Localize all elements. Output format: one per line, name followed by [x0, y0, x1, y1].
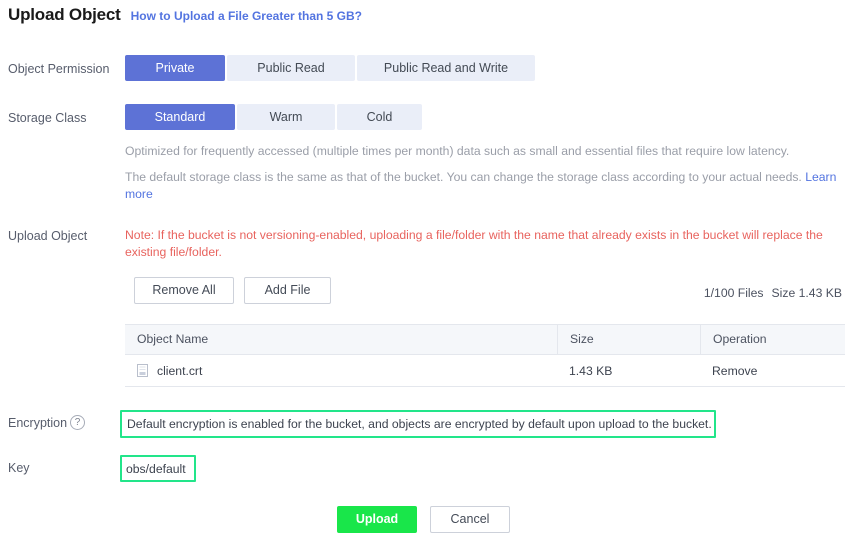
cancel-button[interactable]: Cancel	[430, 506, 510, 533]
object-table: Object Name Size Operation client.crt 1.…	[125, 324, 845, 387]
remove-all-button[interactable]: Remove All	[134, 277, 234, 304]
object-name-text: client.crt	[157, 363, 203, 378]
file-icon	[137, 364, 148, 377]
storage-class-group[interactable]: Standard Warm Cold	[125, 104, 422, 130]
table-row: client.crt 1.43 KB Remove	[125, 355, 845, 386]
storage-option-standard[interactable]: Standard	[125, 104, 235, 130]
storage-class-label: Storage Class	[8, 111, 87, 125]
upload-object-dialog: Upload Object How to Upload a File Great…	[0, 0, 850, 538]
help-question-icon[interactable]: ?	[70, 415, 85, 430]
encryption-value: Default encryption is enabled for the bu…	[127, 417, 712, 431]
column-header-size: Size	[557, 325, 700, 354]
add-file-button[interactable]: Add File	[244, 277, 331, 304]
encryption-label: Encryption	[8, 416, 68, 430]
permission-option-public-read-write[interactable]: Public Read and Write	[357, 55, 535, 81]
storage-class-description-1: Optimized for frequently accessed (multi…	[125, 144, 790, 158]
storage-class-description-2-text: The default storage class is the same as…	[125, 170, 806, 184]
permission-option-private[interactable]: Private	[125, 55, 225, 81]
storage-option-cold[interactable]: Cold	[337, 104, 422, 130]
file-stats: 1/100 Files Size 1.43 KB	[704, 286, 842, 300]
permission-option-public-read[interactable]: Public Read	[227, 55, 355, 81]
column-header-operation: Operation	[700, 325, 845, 354]
total-size-value: 1.43 KB	[798, 286, 842, 300]
file-count: 1/100 Files	[703, 286, 764, 300]
storage-option-warm[interactable]: Warm	[237, 104, 335, 130]
remove-row-link[interactable]: Remove	[700, 355, 845, 386]
size-label: Size	[771, 286, 796, 300]
storage-class-description-2: The default storage class is the same as…	[125, 169, 845, 203]
key-value: obs/default	[126, 462, 186, 476]
object-permission-group[interactable]: Private Public Read Public Read and Writ…	[125, 55, 535, 81]
dialog-header: Upload Object How to Upload a File Great…	[8, 5, 362, 25]
table-header-row: Object Name Size Operation	[125, 325, 845, 355]
object-permission-label: Object Permission	[8, 62, 110, 76]
upload-button[interactable]: Upload	[337, 506, 417, 533]
cell-size: 1.43 KB	[569, 363, 613, 378]
column-header-object-name: Object Name	[137, 332, 209, 346]
cell-object-name: client.crt	[125, 355, 557, 386]
key-label: Key	[8, 461, 30, 475]
upload-object-label: Upload Object	[8, 229, 88, 243]
page-title: Upload Object	[8, 5, 121, 24]
how-to-upload-link[interactable]: How to Upload a File Greater than 5 GB?	[131, 9, 362, 23]
versioning-note: Note: If the bucket is not versioning-en…	[125, 228, 823, 259]
